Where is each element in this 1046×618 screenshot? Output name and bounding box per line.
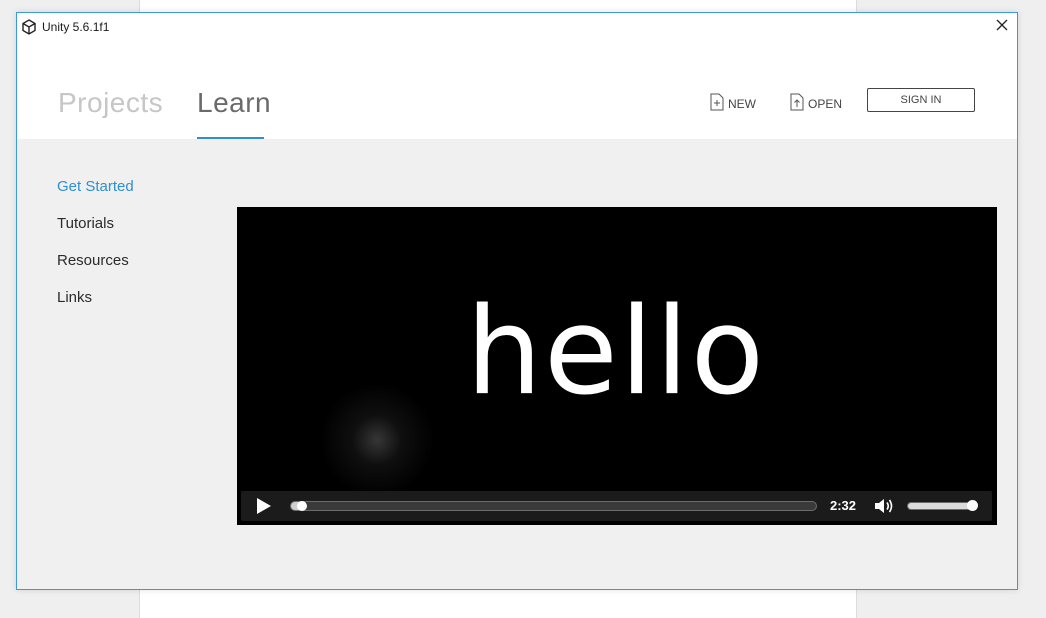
volume-level	[908, 503, 973, 509]
video-frame-text: hello	[466, 283, 766, 422]
video-player[interactable]: hello 2:32	[237, 207, 997, 525]
unity-logo-icon	[21, 19, 37, 35]
video-time: 2:32	[830, 498, 857, 513]
volume-slider[interactable]	[907, 500, 978, 511]
seek-handle[interactable]	[296, 501, 307, 511]
title-bar: Unity 5.6.1f1	[17, 13, 1017, 41]
tab-learn[interactable]: Learn	[197, 87, 271, 119]
unity-hub-window: Unity 5.6.1f1 Projects Learn NEW OPEN SI…	[16, 12, 1018, 590]
seek-bar[interactable]	[290, 501, 817, 511]
new-project-button[interactable]: NEW	[710, 93, 756, 114]
close-button[interactable]	[987, 13, 1017, 41]
new-file-icon	[710, 93, 728, 114]
open-label: OPEN	[808, 96, 843, 111]
sidebar-item-tutorials[interactable]: Tutorials	[57, 215, 114, 232]
close-icon	[996, 18, 1008, 36]
tab-projects[interactable]: Projects	[58, 87, 163, 119]
sidebar-item-links[interactable]: Links	[57, 289, 92, 306]
open-project-button[interactable]: OPEN	[790, 93, 842, 114]
header: Projects Learn NEW OPEN SIGN IN	[17, 41, 1017, 139]
new-label: NEW	[728, 96, 756, 111]
active-tab-indicator	[197, 137, 264, 139]
volume-handle[interactable]	[966, 500, 978, 511]
video-background-speaker	[317, 385, 437, 495]
sidebar-item-resources[interactable]: Resources	[57, 252, 129, 269]
volume-icon[interactable]	[873, 496, 895, 516]
play-icon[interactable]	[255, 497, 273, 515]
open-file-icon	[790, 93, 808, 114]
window-title: Unity 5.6.1f1	[42, 20, 110, 34]
video-controls: 2:32	[241, 491, 992, 521]
sidebar-item-get-started[interactable]: Get Started	[57, 178, 134, 195]
sign-in-button[interactable]: SIGN IN	[867, 88, 975, 112]
